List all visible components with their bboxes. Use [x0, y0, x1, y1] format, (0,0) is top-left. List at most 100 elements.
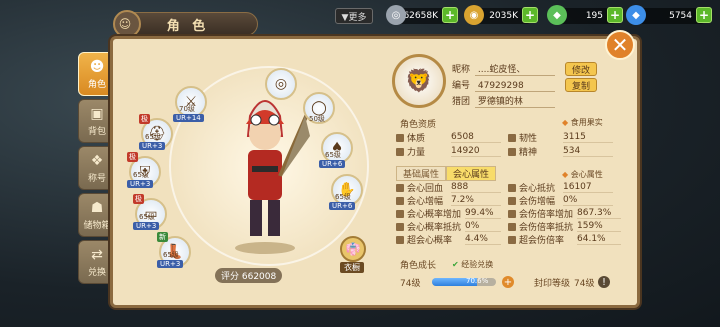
stat-row: 超会伤倍率 64.1%: [508, 234, 621, 246]
score-badge: 评分 662008: [215, 268, 283, 283]
exp-exchange-link[interactable]: ✔ 经验兑换: [452, 259, 493, 270]
close-button[interactable]: ✕: [605, 30, 635, 60]
window-title: ☺ 角 色: [113, 10, 258, 38]
guild-value: 罗德镇的林: [474, 94, 555, 108]
equip-level: 65级: [335, 193, 351, 201]
currency-silver: ◎ 62658K +: [386, 5, 458, 25]
sidebar-item-label: 储物箱: [83, 220, 111, 231]
stat-row: 会心概率抵抗 0%: [396, 221, 501, 233]
avatar-portrait-icon: 🦁: [405, 68, 433, 94]
tab-basic-attributes[interactable]: 基础属性: [396, 166, 447, 181]
aptitude-title: 角色资质: [400, 120, 437, 130]
wardrobe-icon: 👘: [345, 242, 361, 256]
sidebar-item-label: 兑换: [87, 267, 106, 278]
stat-row: 会伤倍率抵抗 159%: [508, 221, 621, 233]
equip-slot-amulet[interactable]: ◎: [265, 68, 297, 100]
stat-icon: [508, 235, 516, 244]
equip-enhance: UR+14: [173, 114, 204, 122]
equip-enhance: UR+3: [127, 180, 154, 188]
seal-level-value: 74级: [574, 279, 595, 289]
rank-badge: 极: [127, 152, 138, 162]
add-gold-button[interactable]: +: [522, 7, 538, 23]
rank-badge: 极: [133, 194, 144, 204]
currency-gold-value: 2035K: [489, 11, 518, 21]
stat-row: 会心概率增加 99.4%: [396, 208, 501, 220]
tab-crit-attributes[interactable]: 会心属性: [446, 166, 497, 181]
wardrobe-label: 衣橱: [340, 262, 364, 273]
stat-row: 会心回血 888: [396, 182, 501, 194]
exchange-check-icon: ✔: [452, 260, 459, 269]
seal-info-button[interactable]: !: [598, 276, 610, 288]
sidebar-item-label: 角色: [87, 79, 106, 90]
currency-silver-value: 62658K: [403, 11, 438, 21]
rank-badge: 新: [157, 232, 168, 242]
stat-row: 体质 6508: [396, 132, 501, 144]
bag-icon: ▣: [90, 105, 104, 122]
equip-level: 50级: [309, 115, 325, 123]
id-label: 编号: [452, 81, 471, 91]
crit-attributes-link-label: 会心属性: [570, 170, 603, 179]
exp-progress-text: 70.6%: [466, 277, 489, 285]
growth-title: 角色成长: [400, 261, 437, 271]
equip-level: 65级: [325, 151, 341, 159]
exchange-icon: ⇄: [91, 246, 103, 263]
avatar[interactable]: 🦁: [392, 54, 446, 108]
stat-icon: [396, 235, 404, 244]
guild-row: 猎团 罗德镇的林: [452, 94, 555, 108]
equip-level: 65级: [133, 171, 149, 179]
id-row: 编号 47929298: [452, 78, 555, 92]
equip-enhance: UR+3: [139, 142, 166, 150]
equip-level: 70级: [179, 105, 195, 113]
stat-icon: [508, 222, 516, 231]
stat-row: 会伤倍率增加 867.3%: [508, 208, 621, 220]
stat-icon: [396, 209, 404, 218]
window-title-text: 角 色: [166, 18, 210, 34]
seal-level-label: 封印等级: [534, 279, 571, 289]
equip-level: 65级: [163, 251, 179, 259]
equip-enhance: UR+6: [329, 202, 356, 210]
title-icon: ❖: [90, 152, 104, 169]
rank-badge: 极: [139, 114, 150, 124]
guild-label: 猎团: [452, 97, 471, 107]
stat-row: 超会心概率 4.4%: [396, 234, 501, 246]
stat-row: 会伤增幅 0%: [508, 195, 613, 207]
stat-icon: [508, 196, 516, 205]
equip-enhance: UR+3: [157, 260, 184, 268]
gold-coin-icon: ◉: [464, 5, 484, 25]
food-fruit-link[interactable]: ◆ 食用果实: [562, 117, 603, 128]
copy-id-button[interactable]: 复制: [565, 78, 597, 92]
stat-icon: [396, 196, 404, 205]
currency-gold: ◉ 2035K +: [464, 5, 538, 25]
green-gem-icon: ◆: [547, 5, 567, 25]
silver-coin-icon: ◎: [386, 5, 406, 25]
wardrobe-button[interactable]: 👘: [340, 236, 366, 262]
add-silver-button[interactable]: +: [442, 7, 458, 23]
edit-nickname-button[interactable]: 修改: [565, 62, 597, 76]
character-display: ⚔ 70级 UR+14 ◎ ◯ 50级 ⛑ 极 65级 UR+3 ♠ 65级 U…: [125, 46, 375, 288]
stat-row: 会心抵抗 16107: [508, 182, 613, 194]
currency-blue-value: 5754: [669, 11, 692, 21]
more-button[interactable]: ▼更多: [335, 8, 373, 24]
add-exp-button[interactable]: +: [502, 276, 514, 288]
info-icon: ◆: [562, 170, 569, 179]
character-level: 74级: [400, 279, 421, 289]
nickname-label: 昵称: [452, 65, 471, 75]
equip-enhance: UR+6: [319, 160, 346, 168]
id-value: 47929298: [474, 81, 555, 92]
stat-icon: [396, 183, 404, 192]
amulet-icon: ◎: [274, 76, 288, 92]
stat-icon: [508, 209, 516, 218]
sidebar-item-label: 称号: [87, 173, 106, 184]
storage-icon: ☗: [90, 199, 104, 216]
nickname-value: ....蛇皮怪、: [474, 62, 555, 76]
stat-icon: [508, 133, 516, 142]
crit-attributes-link[interactable]: ◆ 会心属性: [562, 169, 603, 180]
add-blue-button[interactable]: +: [696, 7, 712, 23]
stat-row: 力量 14920: [396, 146, 501, 158]
sidebar-item-label: 背包: [87, 126, 106, 137]
fruit-icon: ◆: [562, 118, 569, 127]
equip-level: 65级: [145, 133, 161, 141]
add-green-button[interactable]: +: [607, 7, 623, 23]
currency-green-value: 195: [585, 11, 603, 21]
equip-level: 65级: [139, 213, 155, 221]
